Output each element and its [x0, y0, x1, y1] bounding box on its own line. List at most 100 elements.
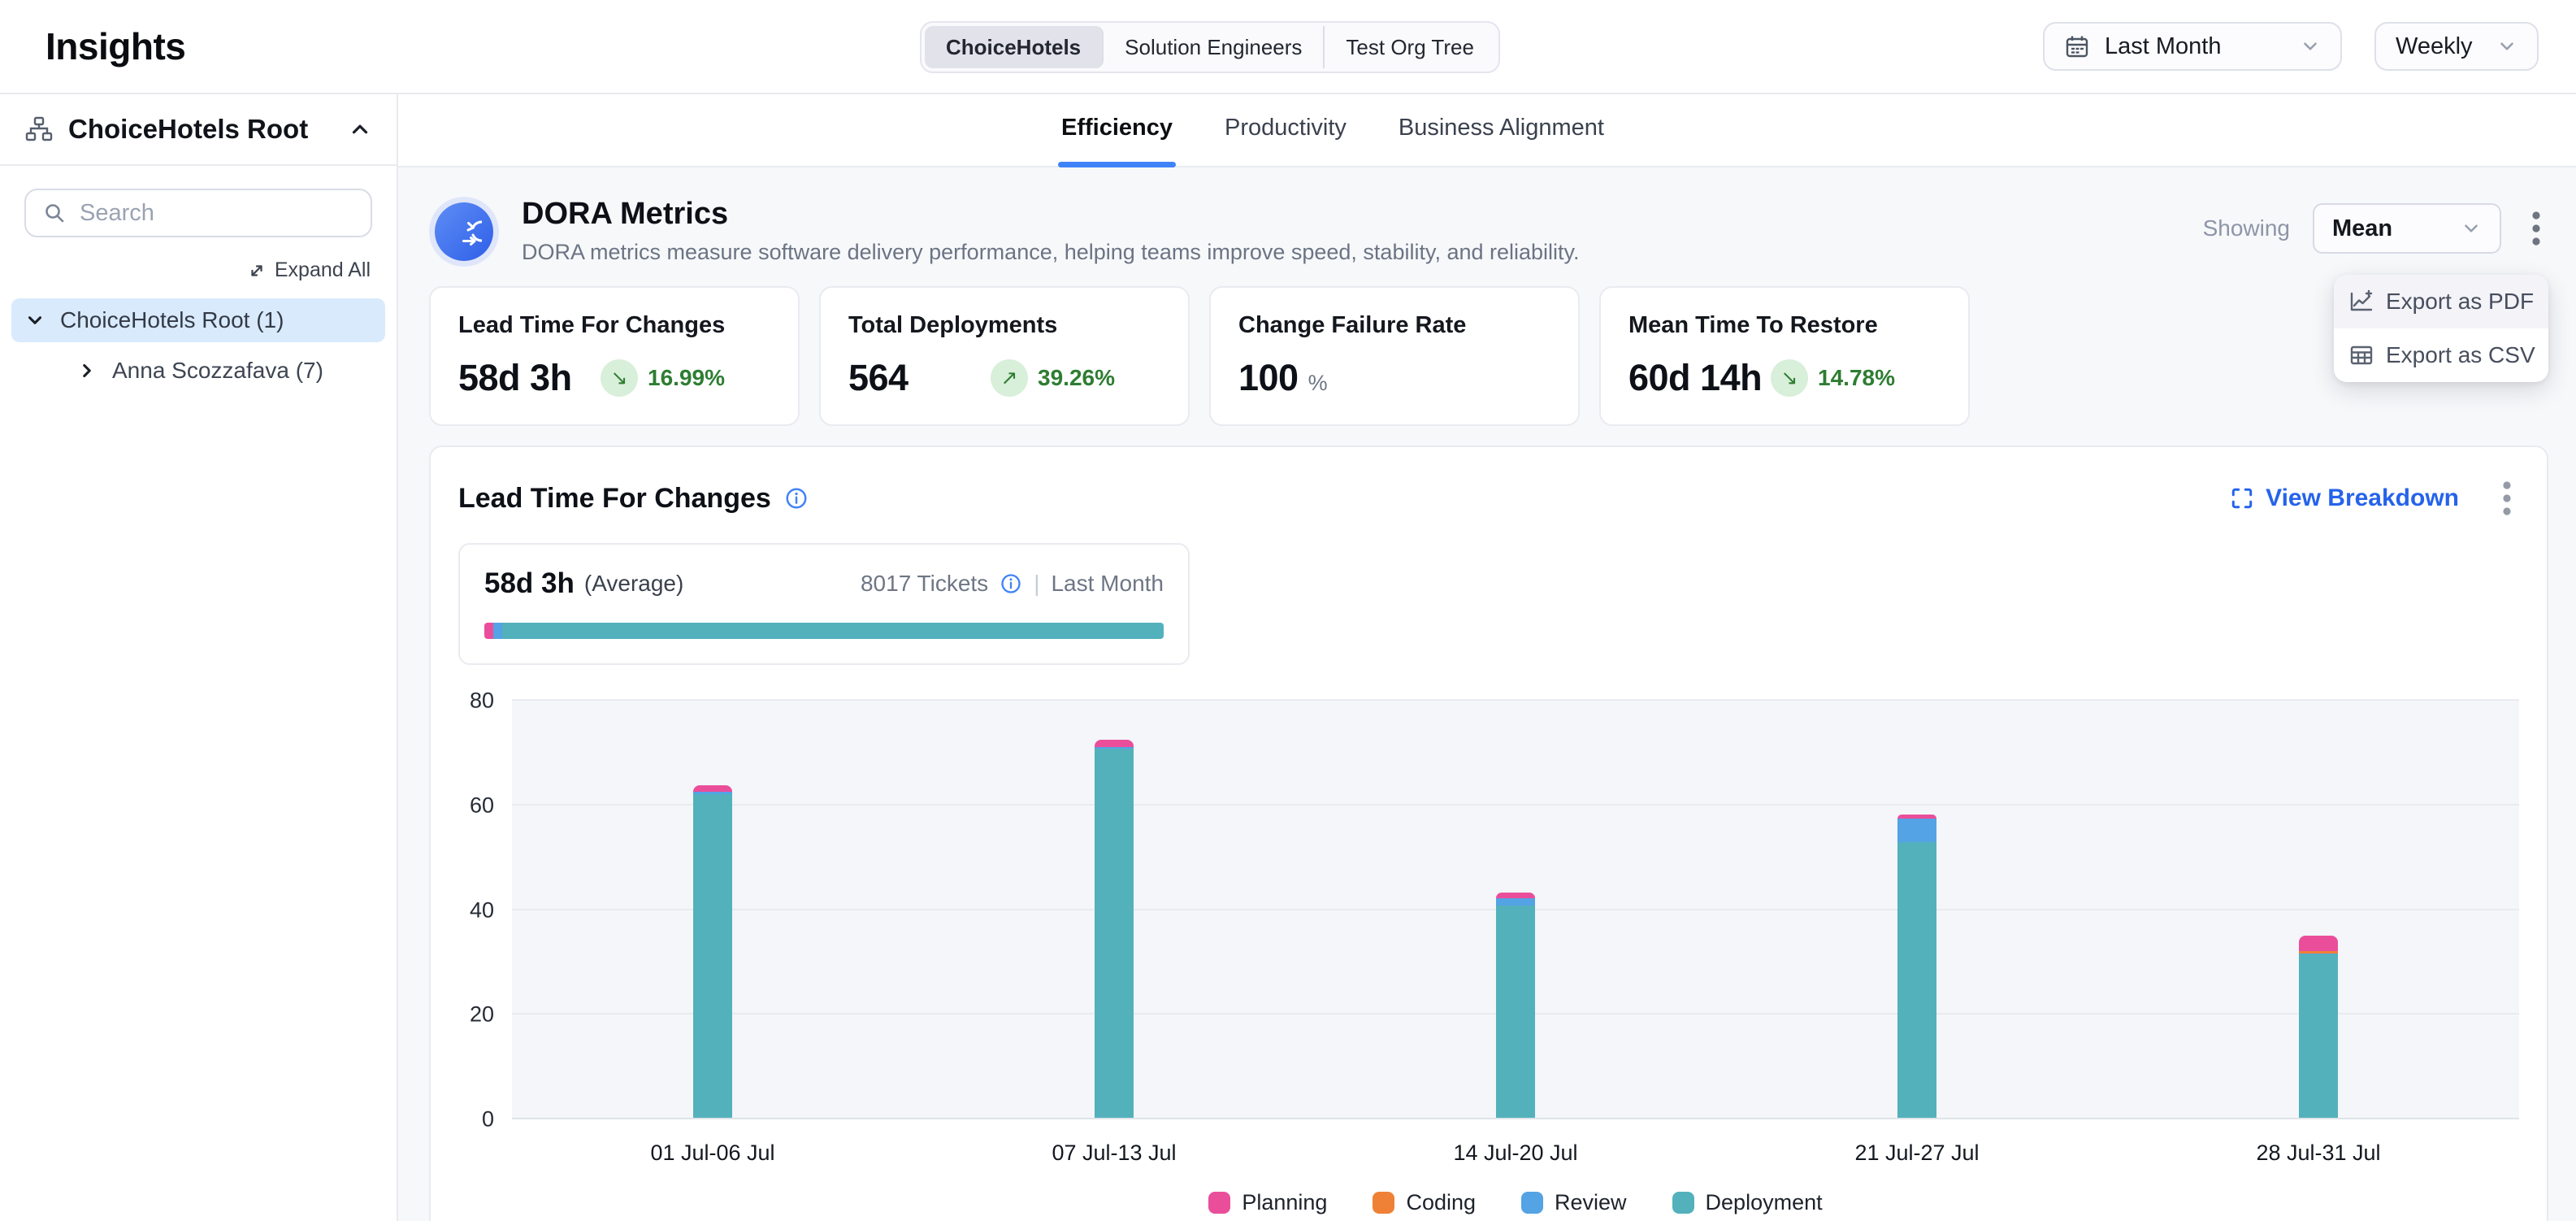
menu-item-label: Export as CSV	[2386, 342, 2535, 368]
tree-item-root[interactable]: ChoiceHotels Root (1)	[11, 298, 385, 342]
legend-swatch	[1521, 1192, 1543, 1214]
average-value: 58d 3h	[484, 567, 575, 600]
metric-title: Lead Time For Changes	[458, 312, 770, 339]
info-icon[interactable]	[784, 486, 809, 511]
content: DORA Metrics DORA metrics measure softwa…	[398, 167, 2576, 1221]
divider: |	[1034, 571, 1039, 597]
org-hierarchy-icon	[24, 115, 54, 144]
dora-controls: Showing Mean	[2203, 203, 2548, 254]
section-tabs: Efficiency Productivity Business Alignme…	[398, 94, 2576, 167]
bar-21 Jul-27 Jul[interactable]	[1897, 699, 1936, 1118]
chevron-down-icon[interactable]	[24, 310, 46, 331]
tree-item-anna[interactable]: Anna Scozzafava (7)	[11, 349, 385, 393]
x-axis-label: 07 Jul-13 Jul	[913, 1141, 1315, 1166]
chart-kebab-menu-icon[interactable]	[2495, 475, 2519, 522]
metric-value: 564	[848, 357, 909, 399]
info-icon[interactable]	[1000, 572, 1022, 595]
chevron-down-icon	[2496, 36, 2517, 57]
legend-swatch	[1373, 1192, 1394, 1214]
average-label: (Average)	[584, 571, 683, 597]
metric-cards: Lead Time For Changes 58d 3h ↘ 16.99% To…	[429, 286, 2548, 426]
expand-corners-icon	[2230, 486, 2254, 511]
chart-export-icon	[2348, 289, 2374, 315]
legend-swatch	[1208, 1192, 1230, 1214]
y-axis-tick-label: 80	[442, 689, 494, 714]
metric-card-lead-time[interactable]: Lead Time For Changes 58d 3h ↘ 16.99%	[429, 286, 800, 426]
trend-badge: ↘ 14.78%	[1771, 359, 1895, 397]
bar-07 Jul-13 Jul[interactable]	[1095, 699, 1134, 1118]
metric-title: Mean Time To Restore	[1628, 312, 1941, 339]
tab-productivity[interactable]: Productivity	[1221, 115, 1350, 166]
metric-unit: %	[1308, 371, 1328, 396]
metric-card-mean-time-to-restore[interactable]: Mean Time To Restore 60d 14h ↘ 14.78%	[1599, 286, 1970, 426]
tickets-count: 8017 Tickets	[861, 571, 988, 597]
progress-segment-planning	[484, 623, 493, 639]
main-area: Efficiency Productivity Business Alignme…	[398, 94, 2576, 1221]
menu-item-export-csv[interactable]: Export as CSV	[2334, 328, 2548, 382]
date-range-dropdown[interactable]: Last Month	[2043, 22, 2342, 71]
aggregation-value: Mean	[2332, 215, 2392, 242]
phase-progress-bar	[484, 623, 1164, 639]
dora-header: DORA Metrics DORA metrics measure softwa…	[429, 197, 2548, 267]
dora-description: DORA metrics measure software delivery p…	[522, 240, 1580, 265]
bar-segment-review	[1897, 819, 1936, 841]
expand-all[interactable]: Expand All	[26, 259, 371, 282]
chevron-down-icon	[2300, 36, 2321, 57]
insights-app: Insights ChoiceHotels Solution Engineers…	[0, 0, 2576, 1221]
view-breakdown-link[interactable]: View Breakdown	[2230, 484, 2459, 512]
legend-label: Review	[1555, 1190, 1627, 1215]
date-range-value: Last Month	[2105, 33, 2221, 60]
y-axis-tick-label: 40	[442, 897, 494, 923]
metric-title: Change Failure Rate	[1238, 312, 1550, 339]
granularity-dropdown[interactable]: Weekly	[2374, 22, 2539, 71]
showing-label: Showing	[2203, 215, 2290, 241]
sidebar-header[interactable]: ChoiceHotels Root	[0, 94, 397, 166]
metric-card-total-deployments[interactable]: Total Deployments 564 ↗ 39.26%	[819, 286, 1190, 426]
search-input[interactable]	[80, 200, 354, 227]
legend-item-planning: Planning	[1208, 1190, 1327, 1215]
org-tab-test-org-tree[interactable]: Test Org Tree	[1325, 26, 1495, 68]
dora-icon-halo	[429, 197, 499, 267]
menu-item-export-pdf[interactable]: Export as PDF	[2334, 275, 2548, 328]
bar-14 Jul-20 Jul[interactable]	[1496, 699, 1535, 1118]
bar-segment-deployment	[1897, 842, 1936, 1118]
legend-swatch	[1672, 1192, 1694, 1214]
legend-item-deployment: Deployment	[1672, 1190, 1823, 1215]
chevron-right-icon[interactable]	[76, 360, 98, 381]
bar-segment-deployment	[1496, 906, 1535, 1118]
legend-label: Deployment	[1706, 1190, 1823, 1215]
org-switcher: ChoiceHotels Solution Engineers Test Org…	[920, 21, 1500, 73]
tab-business-alignment[interactable]: Business Alignment	[1395, 115, 1607, 166]
tab-efficiency[interactable]: Efficiency	[1058, 115, 1176, 166]
bar-28 Jul-31 Jul[interactable]	[2299, 699, 2338, 1118]
bar-01 Jul-06 Jul[interactable]	[693, 699, 732, 1118]
sprint-cycle-icon	[435, 202, 493, 261]
chevron-down-icon	[2461, 218, 2482, 239]
sidebar-search	[24, 189, 372, 237]
trend-down-icon: ↘	[601, 359, 638, 397]
progress-segment-deployment	[502, 623, 1164, 639]
bar-segment-review	[1496, 898, 1535, 906]
export-menu: Export as PDF	[2334, 275, 2548, 382]
org-tab-choicehotels[interactable]: ChoiceHotels	[925, 26, 1104, 68]
lead-time-chart-card: Lead Time For Changes	[429, 445, 2548, 1221]
search-icon	[42, 201, 67, 225]
chart-title: Lead Time For Changes	[458, 483, 771, 515]
dora-kebab-menu-icon[interactable]	[2524, 205, 2548, 252]
y-axis-tick-label: 20	[442, 1002, 494, 1028]
trend-up-icon: ↗	[991, 359, 1028, 397]
bar-segment-deployment	[1095, 749, 1134, 1118]
chevron-up-icon[interactable]	[348, 117, 372, 141]
bar-segment-planning	[2299, 936, 2338, 951]
legend-item-review: Review	[1521, 1190, 1627, 1215]
y-axis-tick-label: 60	[442, 793, 494, 818]
tree-item-label: ChoiceHotels Root (1)	[60, 307, 284, 333]
x-axis-labels: 01 Jul-06 Jul07 Jul-13 Jul14 Jul-20 Jul2…	[512, 1141, 2519, 1166]
expand-all-icon	[247, 261, 267, 280]
aggregation-dropdown[interactable]: Mean	[2313, 203, 2501, 254]
org-tab-solution-engineers[interactable]: Solution Engineers	[1104, 26, 1325, 68]
stacked-bar-chart: 020406080 01 Jul-06 Jul07 Jul-13 Jul14 J…	[458, 701, 2519, 1215]
sidebar-title: ChoiceHotels Root	[68, 114, 333, 145]
page-title: Insights	[46, 24, 185, 68]
metric-card-change-failure-rate[interactable]: Change Failure Rate 100 %	[1209, 286, 1580, 426]
